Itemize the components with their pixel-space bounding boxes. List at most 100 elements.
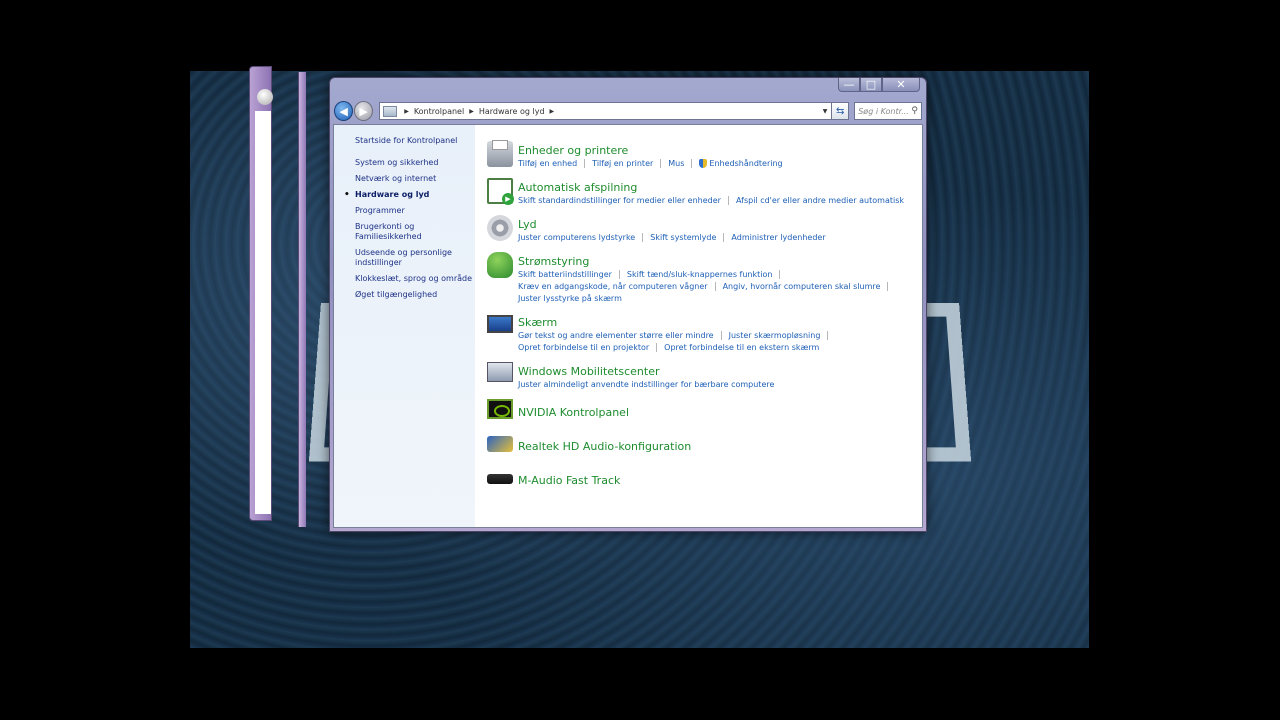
task-link[interactable]: Juster skærmopløsning (729, 331, 821, 340)
left-nav-link[interactable]: Øget tilgængelighed (355, 290, 475, 300)
control-panel-icon (383, 105, 398, 117)
task-link[interactable]: Skift tænd/sluk-knappernes funktion (627, 270, 773, 279)
category-item: Automatisk afspilning Skift standardindst… (487, 176, 922, 207)
search-placeholder: Søg i Kontr... (858, 106, 909, 116)
background-window[interactable] (249, 66, 273, 521)
breadcrumb-item[interactable]: Kontrolpanel (414, 107, 464, 116)
task-link[interactable]: Administrer lydenheder (731, 233, 825, 242)
maximize-button[interactable]: □ (860, 78, 882, 92)
background-window-2[interactable] (298, 72, 306, 527)
left-nav-link[interactable]: System og sikkerhed (355, 158, 475, 168)
category-links-row: Tilføj en enhed Tilføj en printer Mus Enhed… (518, 158, 922, 170)
category-item: Lyd Juster computerens lydstyrke Skift sys… (487, 213, 922, 244)
category-title-link[interactable]: Lyd (518, 218, 537, 231)
task-link[interactable]: Juster almindeligt anvendte indstillinge… (518, 380, 774, 389)
left-nav-link[interactable]: Netværk og internet (355, 174, 475, 184)
speaker-icon[interactable] (487, 215, 513, 241)
category-links-row: Gør tekst og andre elementer større elle… (518, 330, 922, 342)
left-nav-link[interactable]: Klokkeslæt, sprog og område (355, 274, 475, 284)
category-title-link[interactable]: Skærm (518, 316, 557, 329)
breadcrumb-chevron-icon[interactable]: ▶ (550, 108, 555, 115)
category-item: NVIDIA Kontrolpanel (487, 397, 922, 420)
task-link[interactable]: Mus (668, 159, 684, 168)
autoplay-icon[interactable] (487, 178, 514, 205)
category-item: M-Audio Fast Track (487, 465, 922, 488)
left-nav-link[interactable]: Programmer (355, 206, 475, 216)
task-link[interactable]: Skift systemlyde (650, 233, 716, 242)
category-title-link[interactable]: Automatisk afspilning (518, 181, 637, 194)
link-separator (660, 159, 662, 168)
control-panel-window: — □ ✕ ◀ ▶ ▶ Kontrolpanel ▶ Hardware og l… (329, 77, 927, 532)
category-links-row: Juster lysstyrke på skærm (518, 293, 922, 305)
task-link[interactable]: Tilføj en enhed (518, 159, 577, 168)
task-link[interactable]: Enhedshåndtering (709, 159, 782, 168)
maudio-icon[interactable] (487, 474, 513, 484)
close-button[interactable]: ✕ (882, 78, 920, 92)
left-nav-link[interactable]: Hardware og lyd (344, 190, 475, 200)
category-title-link[interactable]: Strømstyring (518, 255, 589, 268)
left-nav-link[interactable]: Udseende og personlige indstillinger (355, 248, 475, 268)
category-links-row: Skift standardindstillinger for medier e… (518, 195, 922, 207)
orb-icon (257, 89, 273, 105)
task-link[interactable]: Opret forbindelse til en ekstern skærm (664, 343, 819, 352)
link-separator (723, 233, 725, 242)
back-arrow-icon: ◀ (339, 104, 348, 118)
link-separator (714, 282, 716, 291)
printer-icon[interactable] (487, 140, 513, 167)
link-separator (887, 282, 889, 291)
category-list: Enheder og printere Tilføj en enhed Tilføj… (475, 125, 922, 527)
category-links-row: Juster almindeligt anvendte indstillinge… (518, 379, 922, 391)
navigation-bar: ◀ ▶ ▶ Kontrolpanel ▶ Hardware og lyd ▶ ▼… (334, 100, 923, 122)
task-link[interactable]: Opret forbindelse til en projektor (518, 343, 649, 352)
link-separator (584, 159, 586, 168)
search-icon[interactable]: ⚲ (911, 106, 918, 116)
category-links-row: Skift batteriindstillinger Skift tænd/slu… (518, 269, 922, 281)
task-link[interactable]: Juster computerens lydstyrke (518, 233, 635, 242)
address-dropdown-icon[interactable]: ▼ (819, 103, 831, 119)
category-title-link[interactable]: Windows Mobilitetscenter (518, 365, 660, 378)
forward-button[interactable]: ▶ (354, 101, 374, 121)
task-link[interactable]: Juster lysstyrke på skærm (518, 294, 622, 303)
task-link[interactable]: Afspil cd'er eller andre medier automati… (736, 196, 904, 205)
task-link[interactable]: Angiv, hvornår computeren skal slumre (723, 282, 881, 291)
category-title-link[interactable]: Realtek HD Audio-konfiguration (518, 440, 691, 453)
left-nav-link[interactable]: Brugerkonti og Familiesikkerhed (355, 222, 475, 242)
category-links-row: Juster computerens lydstyrke Skift system… (518, 232, 922, 244)
minimize-button[interactable]: — (838, 78, 860, 92)
back-button[interactable]: ◀ (334, 101, 354, 121)
task-link[interactable]: Gør tekst og andre elementer større elle… (518, 331, 714, 340)
category-item: Enheder og printere Tilføj en enhed Tilføj… (487, 139, 922, 170)
link-separator (618, 270, 620, 279)
power-icon[interactable] (487, 252, 513, 278)
link-separator (827, 331, 829, 340)
search-input[interactable]: Søg i Kontr... ⚲ (854, 102, 923, 120)
category-links-row: Opret forbindelse til en projektor Opret … (518, 342, 922, 354)
breadcrumb-chevron-icon[interactable]: ▶ (404, 108, 409, 115)
link-separator (691, 159, 693, 168)
refresh-button[interactable]: ⇆ (832, 102, 850, 120)
display-icon[interactable] (487, 315, 513, 333)
category-links-row: Kræv en adgangskode, når computeren vågn… (518, 281, 922, 293)
address-bar[interactable]: ▶ Kontrolpanel ▶ Hardware og lyd ▶ ▼ (379, 102, 833, 120)
category-title-link[interactable]: Enheder og printere (518, 144, 628, 157)
category-title-link[interactable]: M-Audio Fast Track (518, 474, 620, 487)
uac-shield-icon (699, 159, 708, 168)
breadcrumb-item[interactable]: Hardware og lyd (479, 107, 545, 116)
left-nav-home-link[interactable]: Startside for Kontrolpanel (355, 136, 475, 146)
task-link[interactable]: Skift standardindstillinger for medier e… (518, 196, 721, 205)
realtek-icon[interactable] (487, 436, 513, 452)
task-link[interactable]: Tilføj en printer (592, 159, 653, 168)
category-title-link[interactable]: NVIDIA Kontrolpanel (518, 406, 629, 419)
category-item: Skærm Gør tekst og andre elementer større… (487, 311, 922, 354)
task-link[interactable]: Kræv en adgangskode, når computeren vågn… (518, 282, 708, 291)
category-item: Strømstyring Skift batteriindstillinger Sk… (487, 250, 922, 305)
mobility-icon[interactable] (487, 362, 513, 382)
link-separator (642, 233, 644, 242)
left-navigation-pane: Startside for Kontrolpanel System og sik… (334, 125, 475, 527)
client-area: Startside for Kontrolpanel System og sik… (333, 124, 923, 528)
breadcrumb-chevron-icon[interactable]: ▶ (469, 108, 474, 115)
task-link[interactable]: Skift batteriindstillinger (518, 270, 612, 279)
link-separator (727, 196, 729, 205)
link-separator (720, 331, 722, 340)
nvidia-icon[interactable] (487, 399, 513, 419)
